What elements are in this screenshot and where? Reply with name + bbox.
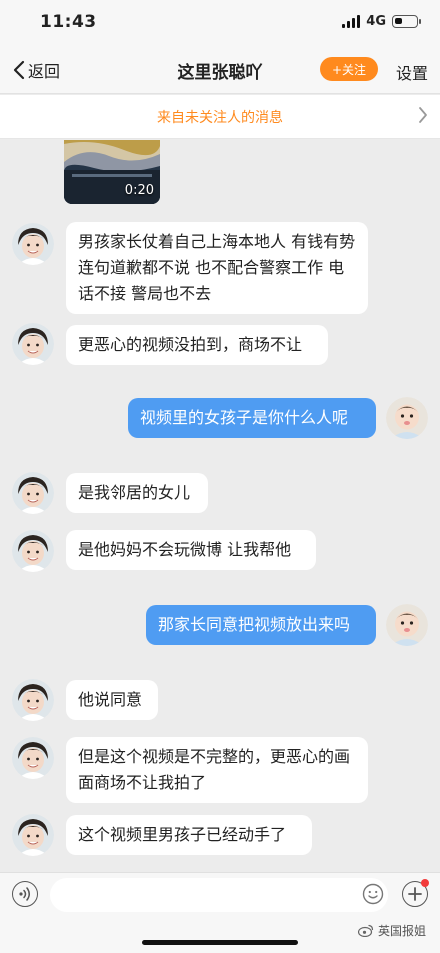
message-bubble[interactable]: 他说同意 — [66, 680, 158, 720]
my-avatar[interactable] — [386, 397, 428, 439]
home-indicator[interactable] — [142, 940, 298, 945]
nav-bar: 返回 这里张聪吖 +关注 设置 — [0, 46, 440, 94]
sender-avatar[interactable] — [12, 472, 54, 514]
more-button[interactable] — [402, 879, 429, 907]
video-duration: 0:20 — [124, 183, 154, 198]
message-bubble[interactable]: 是我邻居的女儿 — [66, 473, 208, 513]
message-bubble[interactable]: 这个视频里男孩子已经动手了 — [66, 815, 312, 855]
notification-dot — [421, 879, 429, 887]
signal-icon — [342, 15, 361, 28]
sender-avatar[interactable] — [12, 323, 54, 365]
message-bubble[interactable]: 是他妈妈不会玩微博 让我帮他 — [66, 530, 316, 570]
voice-icon — [19, 887, 30, 901]
message-bubble[interactable]: 那家长同意把视频放出来吗 — [146, 605, 376, 645]
battery-level — [395, 18, 402, 24]
message-bubble[interactable]: 视频里的女孩子是你什么人呢 — [128, 398, 376, 438]
sender-avatar[interactable] — [12, 223, 54, 265]
message-bubble[interactable]: 男孩家长仗着自己上海本地人 有钱有势连句道歉都不说 也不配合警察工作 电话不接 … — [66, 222, 368, 314]
chevron-right-icon — [419, 107, 427, 123]
voice-button[interactable] — [12, 881, 38, 907]
battery-icon — [392, 15, 421, 28]
bottom-area: 英国报姐 — [0, 918, 440, 953]
settings-button[interactable]: 设置 — [396, 60, 428, 84]
plus-icon — [408, 887, 422, 901]
weibo-icon — [357, 924, 374, 937]
sender-avatar[interactable] — [12, 530, 54, 572]
status-indicators: 4G — [342, 14, 421, 29]
watermark: 英国报姐 — [357, 922, 426, 939]
chevron-left-icon — [13, 60, 25, 80]
message-input[interactable] — [50, 878, 388, 912]
sender-avatar[interactable] — [12, 737, 54, 779]
chat-screen: 11:43 4G 返回 这里张聪吖 +关注 设置 来自未关注人的消息 0:20 … — [0, 0, 440, 953]
status-time: 11:43 — [40, 12, 97, 32]
message-bubble[interactable]: 但是这个视频是不完整的，更恶心的画面商场不让我拍了 — [66, 737, 368, 803]
back-label: 返回 — [28, 62, 61, 81]
sender-avatar[interactable] — [12, 679, 54, 721]
message-list[interactable]: 0:20 男孩家长仗着自己上海本地人 有钱有势连句道歉都不说 也不配合警察工作 … — [0, 140, 440, 872]
network-label: 4G — [366, 14, 386, 29]
back-button[interactable]: 返回 — [12, 58, 60, 82]
notice-text: 来自未关注人的消息 — [157, 110, 283, 126]
message-bubble[interactable]: 更恶心的视频没拍到，商场不让 — [66, 325, 328, 365]
stranger-message-notice[interactable]: 来自未关注人的消息 — [0, 95, 440, 139]
my-avatar[interactable] — [386, 604, 428, 646]
follow-button[interactable]: +关注 — [320, 57, 378, 81]
emoji-icon[interactable] — [362, 883, 384, 905]
input-bar — [0, 872, 440, 918]
watermark-text: 英国报姐 — [377, 924, 426, 938]
status-bar: 11:43 4G — [0, 0, 440, 46]
sender-avatar[interactable] — [12, 814, 54, 856]
video-message[interactable]: 0:20 — [64, 140, 160, 204]
